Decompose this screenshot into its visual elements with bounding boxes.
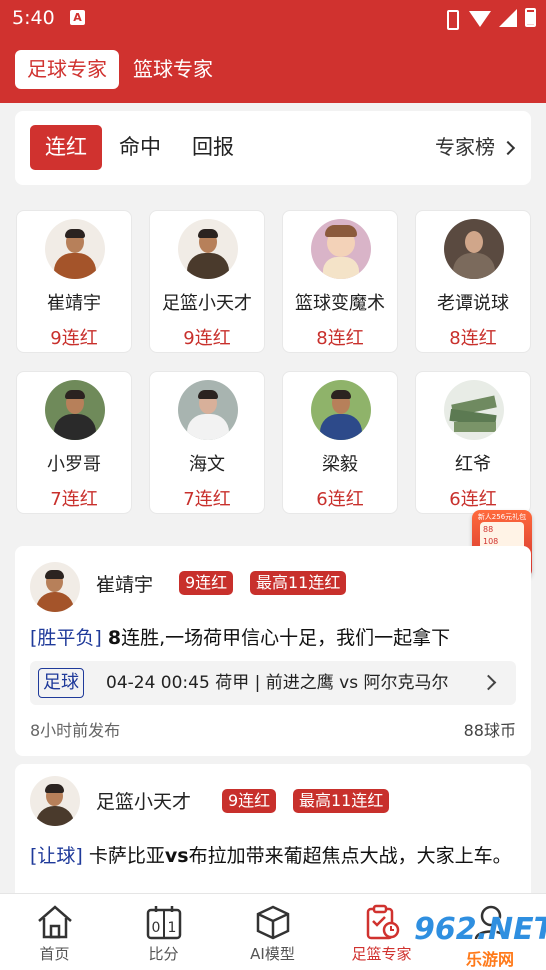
max-streak-badge: 最高11连红 [250,571,347,595]
chevron-right-icon [500,140,516,155]
filter-tab-hit[interactable]: 命中 [119,125,161,170]
expert-card[interactable]: 老谭说球 8连红 [415,210,531,353]
expert-card[interactable]: 海文 7连红 [149,371,265,514]
expert-name: 篮球变魔术 [295,293,385,314]
promo-row: 88 [483,525,494,534]
scoreboard-icon: 01 [146,906,182,940]
watermark-sub: 乐游网 [466,950,515,969]
expert-card[interactable]: 篮球变魔术 8连红 [282,210,398,353]
vibrate-icon [441,9,461,30]
match-row[interactable]: 足球 04-24 00:45 荷甲 | 前进之鹰 vs 阿尔克马尔 [30,661,516,705]
post-body-a: 卡萨比亚 [82,845,165,867]
nav-ai-model[interactable]: AI模型 [218,894,327,970]
battery-icon [525,8,536,27]
watermark-main: 962.NET [414,912,546,947]
svg-text:0: 0 [152,920,161,936]
sport-tabs: 足球专家 篮球专家 [15,50,213,89]
post-time: 8小时前发布 [30,721,121,740]
avatar [311,380,371,440]
site-watermark-logo: 962.NET 乐游网 [408,912,546,970]
expert-name: 海文 [189,454,225,475]
expert-streak: 9连红 [50,328,98,349]
expert-name: 崔靖宇 [47,293,101,314]
post-tag: [让球] [30,845,83,867]
post-bold: vs [164,845,189,867]
ranking-filter-card: 连红 命中 回报 专家榜 [15,111,531,185]
avatar [45,380,105,440]
expert-streak: 8连红 [316,328,364,349]
system-icons [441,8,536,30]
avatar [178,219,238,279]
expert-post[interactable]: 崔靖宇 9连红 最高11连红 [胜平负] 8连胜,一场荷甲信心十足，我们一起拿下… [15,546,531,756]
post-body-b: 布拉加带来葡超焦点大战，大家上车。 [188,845,512,867]
expert-card[interactable]: 梁毅 6连红 [282,371,398,514]
nav-label: 比分 [148,945,179,963]
expert-streak: 6连红 [449,489,497,510]
streak-badge: 9连红 [222,789,277,813]
avatar [444,219,504,279]
post-text: [胜平负] 8连胜,一场荷甲信心十足，我们一起拿下 [30,623,516,653]
notification-icon: A [70,10,85,25]
nav-label: AI模型 [250,945,295,963]
avatar [311,219,371,279]
svg-text:1: 1 [168,920,177,936]
ranking-link-label: 专家榜 [435,135,495,159]
cube-icon [256,905,290,940]
avatar [30,776,80,826]
post-text: [让球] 卡萨比亚vs布拉加带来葡超焦点大战，大家上车。 [30,841,516,871]
post-price: 88球币 [463,721,516,740]
avatar [444,380,504,440]
status-bar: 5:40 A [0,0,546,36]
chevron-right-icon [480,674,497,691]
expert-streak: 8连红 [449,328,497,349]
tab-basketball-experts[interactable]: 篮球专家 [133,50,213,89]
match-info: 04-24 00:45 荷甲 | 前进之鹰 vs 阿尔克马尔 [106,673,449,693]
avatar [178,380,238,440]
max-streak-badge: 最高11连红 [293,789,390,813]
wifi-icon [469,9,491,27]
league-badge: 足球 [38,668,84,698]
post-author: 崔靖宇 [96,574,154,596]
expert-streak: 9连红 [183,328,231,349]
tab-football-experts[interactable]: 足球专家 [15,50,119,89]
home-icon [38,905,72,939]
filter-tab-streak[interactable]: 连红 [30,125,102,170]
filter-tab-return[interactable]: 回报 [192,125,234,170]
expert-name: 红爷 [455,454,491,475]
expert-card[interactable]: 崔靖宇 9连红 [16,210,132,353]
expert-name: 小罗哥 [47,454,101,475]
post-tag: [胜平负] [30,627,102,649]
status-time: 5:40 [12,7,55,29]
avatar [45,219,105,279]
expert-post[interactable]: 足篮小天才 9连红 最高11连红 [让球] 卡萨比亚vs布拉加带来葡超焦点大战，… [15,764,531,904]
post-body: 连胜,一场荷甲信心十足，我们一起拿下 [121,627,451,649]
expert-ranking-link[interactable]: 专家榜 [435,125,516,170]
post-bold: 8 [107,627,122,649]
nav-score[interactable]: 01 比分 [109,894,218,970]
promo-row: 108 [483,537,499,546]
expert-card[interactable]: 足篮小天才 9连红 [149,210,265,353]
signal-icon [499,8,517,27]
expert-streak: 7连红 [50,489,98,510]
expert-card[interactable]: 小罗哥 7连红 [16,371,132,514]
avatar [30,562,80,612]
expert-name: 梁毅 [322,454,358,475]
streak-badge: 9连红 [179,571,234,595]
expert-name: 老谭说球 [437,293,509,314]
expert-card[interactable]: 红爷 6连红 [415,371,531,514]
nav-label: 首页 [39,945,70,963]
post-author: 足篮小天才 [96,791,192,813]
expert-clipboard-icon [366,904,400,940]
expert-streak: 6连红 [316,489,364,510]
app-header: 5:40 A 足球专家 篮球专家 [0,0,546,103]
promo-caption: 新人256元礼包 [477,513,527,521]
nav-home[interactable]: 首页 [0,894,109,970]
expert-streak: 7连红 [183,489,231,510]
expert-name: 足篮小天才 [162,293,252,314]
